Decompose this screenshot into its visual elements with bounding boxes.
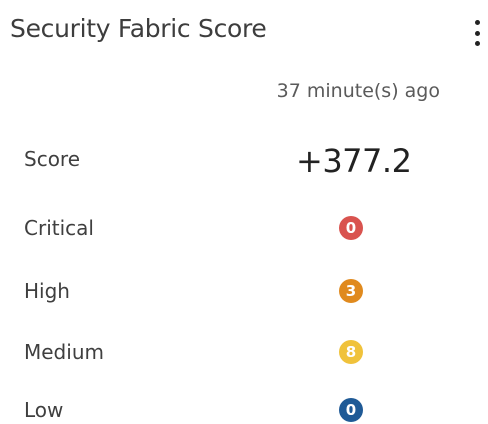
score-label: Score (24, 147, 81, 171)
low-count-badge: 0 (339, 398, 363, 422)
last-updated-timestamp: 37 minute(s) ago (276, 80, 440, 102)
severity-label-medium: Medium (24, 340, 104, 364)
widget-title: Security Fabric Score (10, 14, 267, 43)
severity-label-low: Low (24, 398, 64, 422)
severity-label-high: High (24, 279, 70, 303)
critical-count-badge: 0 (339, 216, 363, 240)
kebab-menu-icon[interactable] (472, 20, 482, 46)
menu-dot (474, 30, 480, 36)
severity-label-critical: Critical (24, 216, 94, 240)
security-fabric-score-widget: Security Fabric Score 37 minute(s) ago S… (0, 0, 488, 424)
high-count-badge: 3 (339, 279, 363, 303)
medium-count-badge: 8 (339, 340, 363, 364)
menu-dot (474, 20, 480, 25)
score-value: +377.2 (296, 142, 412, 180)
menu-dot (474, 41, 480, 46)
